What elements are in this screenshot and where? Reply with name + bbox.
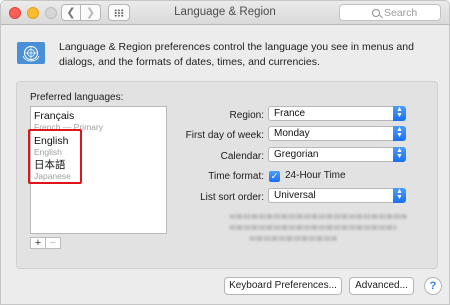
sort-order-value: Universal <box>274 190 316 201</box>
region-label: Region: <box>229 110 264 121</box>
chevron-updown-icon: ▲ ▼ <box>393 126 406 141</box>
add-remove-control: + − <box>30 237 61 249</box>
24-hour-label: 24-Hour Time <box>285 170 346 181</box>
language-name: Français <box>34 110 75 122</box>
description-text: Language & Region preferences control th… <box>59 41 414 68</box>
chevron-updown-icon: ▲ ▼ <box>393 106 406 121</box>
calendar-value: Gregorian <box>274 149 319 160</box>
format-sample-blur <box>229 214 407 219</box>
title-bar: ❮ ❯ Language & Region Search <box>1 1 449 25</box>
chevron-updown-icon: ▲ ▼ <box>393 188 406 203</box>
region-value: France <box>274 108 306 119</box>
calendar-label: Calendar: <box>220 151 264 162</box>
calendar-select[interactable]: Gregorian ▲ ▼ <box>268 147 406 162</box>
first-day-label: First day of week: <box>185 130 264 141</box>
time-format-label: Time format: <box>208 171 264 182</box>
format-sample-blur <box>249 236 337 241</box>
preferences-window: ❮ ❯ Language & Region Search Language & … <box>0 0 450 305</box>
sort-order-select[interactable]: Universal ▲ ▼ <box>268 188 406 203</box>
region-select[interactable]: France ▲ ▼ <box>268 106 406 121</box>
sort-order-label: List sort order: <box>200 192 264 203</box>
format-sample-blur <box>229 225 397 230</box>
un-flag-icon <box>17 42 45 64</box>
24-hour-checkbox[interactable]: ✓ <box>269 171 280 182</box>
annotation-highlight-box <box>28 129 82 184</box>
first-day-select[interactable]: Monday ▲ ▼ <box>268 126 406 141</box>
search-icon <box>372 9 380 17</box>
preferred-languages-label: Preferred languages: <box>30 92 124 103</box>
help-button[interactable]: ? <box>424 277 442 295</box>
chevron-updown-icon: ▲ ▼ <box>393 147 406 162</box>
advanced-button[interactable]: Advanced... <box>349 277 414 295</box>
first-day-value: Monday <box>274 128 310 139</box>
add-language-button[interactable]: + <box>31 238 45 249</box>
remove-language-button[interactable]: − <box>45 238 60 249</box>
keyboard-preferences-button[interactable]: Keyboard Preferences... <box>224 277 342 295</box>
checkmark-icon: ✓ <box>270 171 279 181</box>
search-placeholder: Search <box>384 6 418 19</box>
search-input[interactable]: Search <box>339 4 441 21</box>
